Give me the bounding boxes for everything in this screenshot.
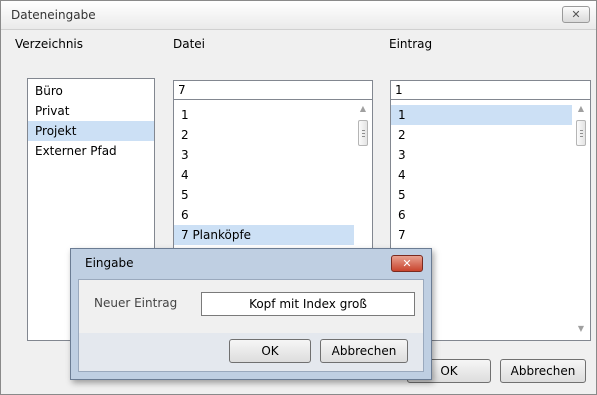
dialog-title: Eingabe [85,256,134,270]
datei-list[interactable]: 1 2 3 4 5 6 7 Planköpfe ▲ [173,100,373,250]
datei-item[interactable]: 5 [174,185,354,205]
scroll-up-icon[interactable]: ▲ [355,102,371,116]
verzeichnis-item[interactable]: Externer Pfad [28,141,154,161]
eintrag-input[interactable]: 1 [390,80,591,100]
eintrag-item-selected[interactable]: 1 [391,105,572,125]
datei-item[interactable]: 1 [174,105,354,125]
cancel-button[interactable]: Abbrechen [500,359,586,383]
datei-label: Datei [173,37,206,51]
eintrag-label: Eintrag [389,37,433,51]
dialog-ok-button[interactable]: OK [229,339,311,363]
datei-item[interactable]: 2 [174,125,354,145]
dialog-cancel-button[interactable]: Abbrechen [320,339,408,363]
dialog-titlebar[interactable]: Eingabe ✕ [71,249,431,277]
eintrag-item[interactable]: 5 [391,185,572,205]
scroll-up-icon[interactable]: ▲ [573,102,589,116]
verzeichnis-label: Verzeichnis [15,37,84,51]
scroll-down-icon[interactable]: ▼ [573,322,589,336]
eintrag-item[interactable]: 4 [391,165,572,185]
eintrag-item[interactable]: 6 [391,205,572,225]
verzeichnis-item-selected[interactable]: Projekt [28,121,154,141]
window-titlebar[interactable]: Dateneingabe ✕ [1,1,596,30]
close-icon[interactable]: ✕ [562,6,590,23]
datei-input[interactable]: 7 [173,80,373,100]
verzeichnis-item[interactable]: Büro [28,81,154,101]
eintrag-scrollbar[interactable]: ▲ ▼ [573,100,589,340]
datei-item[interactable]: 6 [174,205,354,225]
eintrag-item[interactable]: 3 [391,145,572,165]
datei-scrollbar[interactable]: ▲ [355,100,371,249]
scroll-thumb[interactable] [576,120,586,146]
dialog-body: Neuer Eintrag Kopf mit Index groß OK Abb… [78,279,424,372]
scroll-thumb[interactable] [358,120,368,146]
datei-item[interactable]: 4 [174,165,354,185]
dialog-footer: OK Abbrechen [79,333,423,371]
verzeichnis-item[interactable]: Privat [28,101,154,121]
eintrag-item[interactable]: 2 [391,125,572,145]
neuer-eintrag-input[interactable]: Kopf mit Index groß [201,292,415,316]
eintrag-item[interactable]: 7 [391,225,572,245]
neuer-eintrag-label: Neuer Eintrag [94,296,178,310]
eingabe-dialog: Eingabe ✕ Neuer Eintrag Kopf mit Index g… [70,248,432,380]
datei-item-selected[interactable]: 7 Planköpfe [174,225,354,245]
dialog-close-icon[interactable]: ✕ [391,255,423,272]
window-title: Dateneingabe [11,8,96,22]
datei-item[interactable]: 3 [174,145,354,165]
